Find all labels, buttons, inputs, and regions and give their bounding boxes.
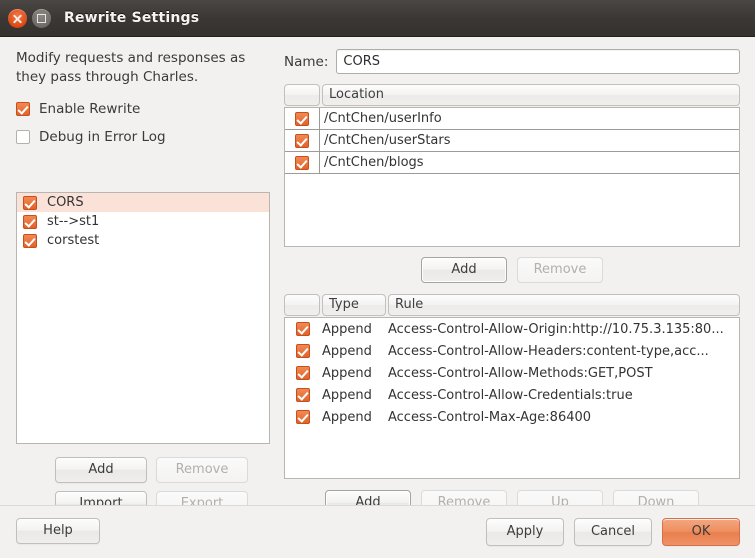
table-row[interactable]: /CntChen/userInfo [285, 108, 739, 130]
debug-error-log-label: Debug in Error Log [39, 129, 166, 145]
dialog-body: Modify requests and responses as they pa… [0, 37, 755, 558]
add-set-button[interactable]: Add [55, 457, 147, 483]
list-item[interactable]: CORS [17, 193, 269, 212]
set-enabled-checkbox[interactable] [23, 214, 37, 229]
row-checkbox-cell[interactable] [285, 152, 320, 173]
rule-table-header: Type Rule [284, 294, 740, 316]
cancel-button[interactable]: Cancel [574, 518, 652, 546]
row-checkbox[interactable] [295, 366, 310, 380]
row-checkbox[interactable] [295, 388, 310, 402]
row-checkbox-cell[interactable] [285, 406, 320, 428]
row-checkbox-cell[interactable] [285, 108, 320, 129]
name-input[interactable] [336, 49, 740, 74]
rule-cell: Access-Control-Allow-Headers:content-typ… [388, 343, 709, 359]
dialog-actions: Apply Cancel OK [486, 518, 740, 546]
list-item[interactable]: corstest [17, 231, 269, 250]
list-item-label: corstest [47, 233, 100, 248]
rewrite-sets-list[interactable]: CORS st-->st1 corstest [16, 192, 270, 444]
rule-check-column-header[interactable] [284, 294, 320, 316]
row-checkbox[interactable] [295, 155, 309, 170]
enable-rewrite-checkbox[interactable] [16, 102, 30, 116]
location-column-header[interactable]: Location [322, 84, 740, 106]
table-row[interactable]: /CntChen/userStars [285, 130, 739, 152]
close-icon[interactable] [8, 8, 27, 28]
location-table[interactable]: /CntChen/userInfo /CntChen/userStars /Cn… [284, 107, 740, 247]
row-checkbox[interactable] [295, 410, 310, 424]
remove-set-button: Remove [156, 457, 248, 483]
debug-error-log-checkbox[interactable] [16, 130, 30, 144]
list-item[interactable]: st-->st1 [17, 212, 269, 231]
row-checkbox[interactable] [295, 133, 309, 148]
rule-type-cell: Append [322, 321, 372, 337]
enable-rewrite-label: Enable Rewrite [39, 101, 141, 117]
table-row[interactable]: Append Access-Control-Allow-Origin:http:… [285, 318, 739, 340]
rule-type-cell: Append [322, 343, 372, 359]
row-checkbox-cell[interactable] [285, 384, 320, 406]
debug-error-log-checkbox-row[interactable]: Debug in Error Log [16, 129, 272, 145]
ok-button[interactable]: OK [662, 518, 740, 546]
remove-location-button: Remove [517, 257, 603, 283]
row-checkbox[interactable] [295, 344, 310, 358]
type-column-header[interactable]: Type [322, 294, 386, 316]
row-checkbox-cell[interactable] [285, 318, 320, 340]
right-pane: Name: Location /CntChen/userInfo [284, 49, 740, 516]
rule-cell: Access-Control-Allow-Origin:http://10.75… [388, 321, 724, 337]
title-bar[interactable]: Rewrite Settings [0, 0, 755, 37]
apply-button[interactable]: Apply [486, 518, 564, 546]
add-location-button[interactable]: Add [421, 257, 507, 283]
intro-text: Modify requests and responses as they pa… [16, 50, 246, 85]
help-button[interactable]: Help [16, 518, 100, 544]
row-checkbox[interactable] [295, 322, 310, 336]
enable-rewrite-checkbox-row[interactable]: Enable Rewrite [16, 101, 272, 117]
table-row[interactable]: /CntChen/blogs [285, 152, 739, 174]
table-row[interactable]: Append Access-Control-Allow-Headers:cont… [285, 340, 739, 362]
row-checkbox[interactable] [295, 111, 309, 126]
rule-cell: Access-Control-Allow-Credentials:true [388, 387, 633, 403]
rule-cell: Access-Control-Allow-Methods:GET,POST [388, 365, 653, 381]
left-pane: Modify requests and responses as they pa… [16, 49, 272, 157]
row-checkbox-cell[interactable] [285, 340, 320, 362]
location-cell: /CntChen/blogs [324, 155, 424, 170]
location-check-column-header[interactable] [284, 84, 320, 106]
table-row[interactable]: Append Access-Control-Max-Age:86400 [285, 406, 739, 428]
table-row[interactable]: Append Access-Control-Allow-Methods:GET,… [285, 362, 739, 384]
rule-type-cell: Append [322, 409, 372, 425]
location-cell: /CntChen/userInfo [324, 111, 442, 126]
name-row: Name: [284, 49, 740, 74]
row-checkbox-cell[interactable] [285, 130, 320, 151]
row-checkbox-cell[interactable] [285, 362, 320, 384]
rule-table[interactable]: Append Access-Control-Allow-Origin:http:… [284, 317, 740, 479]
rule-type-cell: Append [322, 365, 372, 381]
name-label: Name: [284, 53, 329, 70]
rule-cell: Access-Control-Max-Age:86400 [388, 409, 592, 425]
rule-type-cell: Append [322, 387, 372, 403]
location-cell: /CntChen/userStars [324, 133, 451, 148]
set-enabled-checkbox[interactable] [23, 195, 37, 210]
list-item-label: CORS [47, 195, 84, 210]
rule-column-header[interactable]: Rule [388, 294, 740, 316]
maximize-icon[interactable] [32, 8, 51, 28]
location-table-header: Location [284, 84, 740, 106]
location-actions: Add Remove [284, 257, 740, 283]
rewrite-settings-window: Rewrite Settings Modify requests and res… [0, 0, 755, 558]
window-title: Rewrite Settings [64, 10, 200, 26]
dialog-footer: Help Apply Cancel OK [0, 505, 755, 558]
set-enabled-checkbox[interactable] [23, 233, 37, 248]
list-item-label: st-->st1 [47, 214, 100, 229]
table-row[interactable]: Append Access-Control-Allow-Credentials:… [285, 384, 739, 406]
